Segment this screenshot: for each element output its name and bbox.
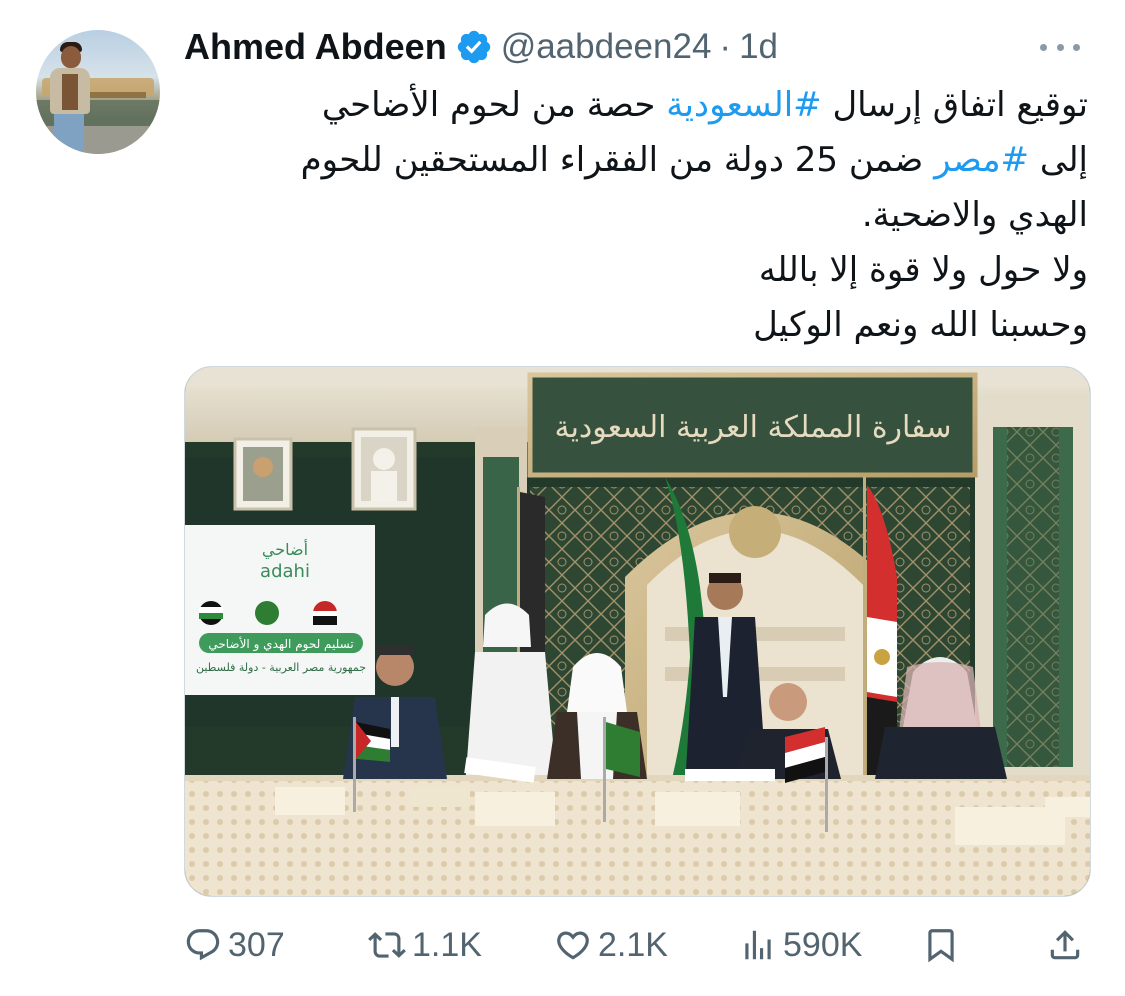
screen-caption: جمهورية مصر العربية - دولة فلسطين [196, 661, 366, 674]
tweet-text-line: ولا حول ولا قوة إلا بالله [184, 243, 1088, 298]
reply-button[interactable]: 307 [184, 920, 285, 970]
avatar[interactable] [36, 30, 160, 154]
views-button[interactable]: 590K [739, 920, 862, 970]
retweet-button[interactable]: 1.1K [368, 920, 482, 970]
tweet-photo[interactable]: سفارة المملكة العربية السعودية أضاحي ada… [184, 366, 1091, 897]
retweet-count: 1.1K [412, 925, 482, 964]
screen-brand-arabic: أضاحي [262, 539, 308, 560]
reply-count: 307 [228, 925, 285, 964]
tweet-text-segment: ولا حول ولا قوة إلا بالله [758, 250, 1088, 290]
bookmark-icon [928, 929, 954, 963]
tweet[interactable]: Ahmed Abdeen @aabdeen24 · 1d توقيع اتفاق… [0, 0, 1125, 996]
tweet-header: Ahmed Abdeen @aabdeen24 · 1d [184, 22, 778, 72]
tweet-text-line: توقيع اتفاق إرسال #السعودية حصة من لحوم … [184, 78, 1088, 133]
tweet-text-segment: ضمن 25 دولة من الفقراء المستحقين للحوم [300, 140, 935, 180]
tweet-text-segment: وحسبنا الله ونعم الوكيل [753, 305, 1088, 345]
tweet-text-line: إلى #مصر ضمن 25 دولة من الفقراء المستحقي… [184, 133, 1088, 188]
tweet-text-segment: الهدي والاضحية. [861, 195, 1088, 235]
screen-brand-latin: adahi [260, 561, 310, 582]
tweet-text-segment: إلى [1029, 140, 1088, 180]
tweet-text-segment: حصة من لحوم الأضاحي [321, 85, 667, 125]
like-button[interactable]: 2.1K [554, 920, 668, 970]
hashtag-link[interactable]: #السعودية [666, 85, 821, 125]
views-count: 590K [783, 925, 863, 964]
verified-badge-icon[interactable] [455, 28, 493, 66]
author-name[interactable]: Ahmed Abdeen [184, 26, 447, 68]
tweet-text-segment: توقيع اتفاق إرسال [821, 85, 1088, 125]
heart-icon [557, 931, 589, 960]
tweet-actions: 307 1.1K 2.1K 590K [184, 920, 1088, 970]
hashtag-link[interactable]: #مصر [934, 140, 1029, 180]
reply-icon [186, 929, 220, 961]
like-count: 2.1K [598, 925, 668, 964]
bookmark-button[interactable] [922, 920, 960, 970]
views-icon [745, 930, 771, 960]
timestamp[interactable]: 1d [739, 27, 778, 67]
screen-ribbon: تسليم لحوم الهدي و الأضاحي [208, 636, 353, 652]
author-handle[interactable]: @aabdeen24 [501, 27, 712, 67]
tweet-text: توقيع اتفاق إرسال #السعودية حصة من لحوم … [184, 78, 1088, 353]
tweet-text-line: وحسبنا الله ونعم الوكيل [184, 298, 1088, 353]
tweet-text-line: الهدي والاضحية. [184, 188, 1088, 243]
more-options-icon[interactable] [1040, 34, 1080, 60]
share-icon [1050, 930, 1080, 960]
retweet-icon [368, 932, 406, 958]
embassy-banner-text: سفارة المملكة العربية السعودية [554, 410, 951, 445]
separator-dot: · [719, 27, 732, 66]
share-button[interactable] [1046, 920, 1084, 970]
